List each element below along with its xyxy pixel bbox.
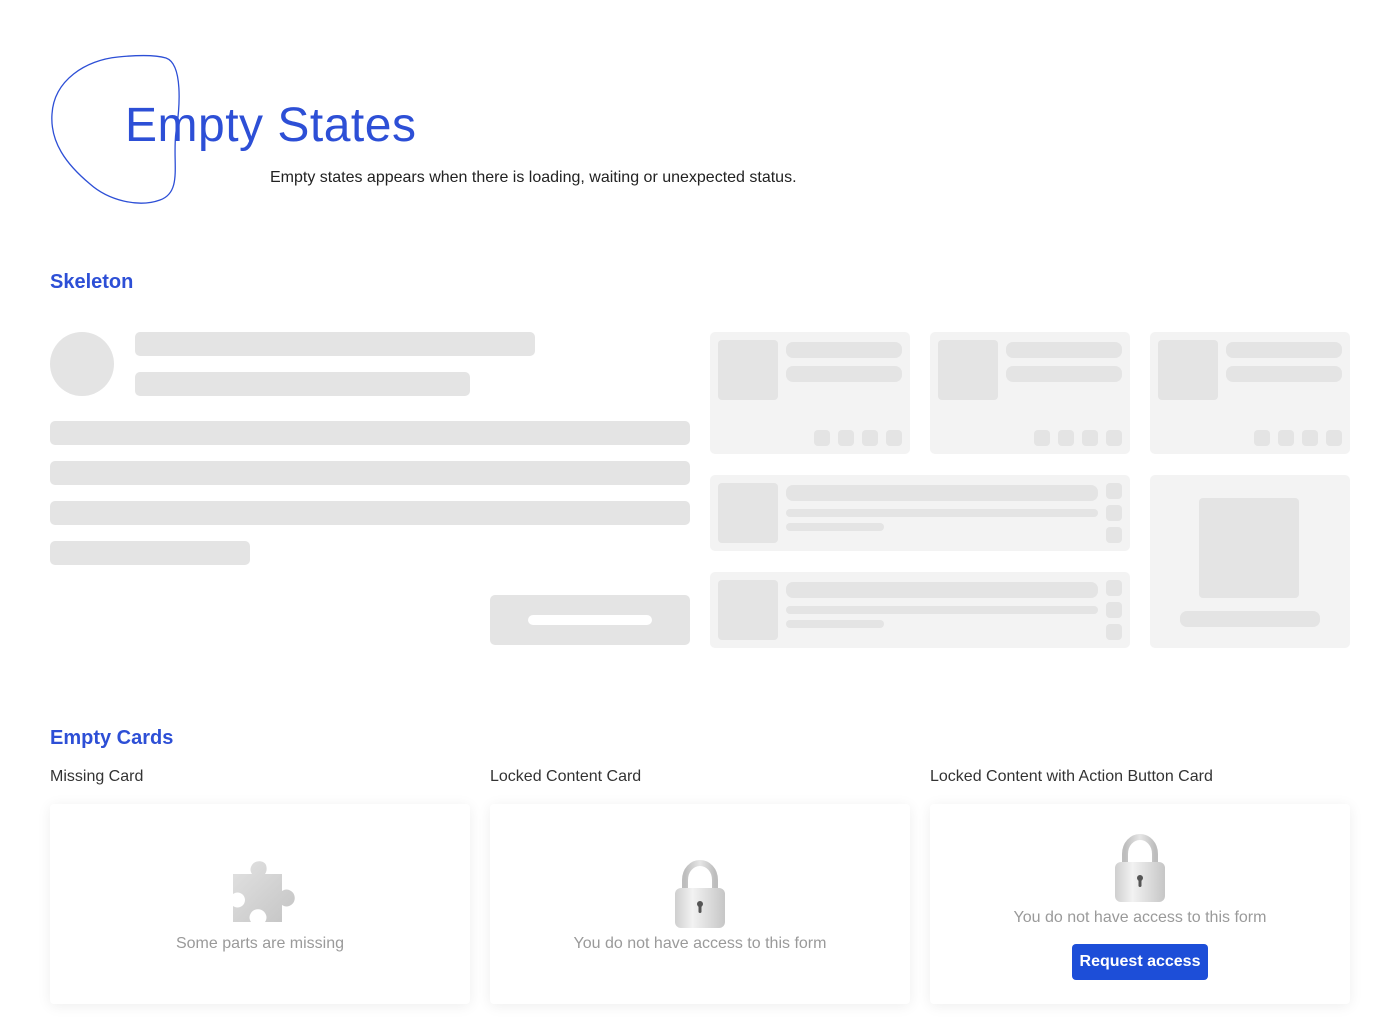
- skeleton-heading: Skeleton: [50, 271, 134, 293]
- skeleton-dot: [1106, 527, 1122, 543]
- skeleton-line: [1006, 366, 1122, 382]
- skeleton-list-row: [710, 572, 1130, 648]
- skeleton-line: [786, 509, 1098, 517]
- skeleton-button: [490, 595, 690, 645]
- skeleton-line: [786, 606, 1098, 614]
- padlock-icon: [675, 860, 725, 928]
- skeleton-line: [1226, 366, 1342, 382]
- skeleton-small-card: [930, 332, 1130, 454]
- skeleton-line: [786, 342, 902, 358]
- locked-action-card-message: You do not have access to this form: [1013, 909, 1267, 926]
- skeleton-dot: [838, 430, 854, 446]
- skeleton-dot: [1106, 580, 1122, 596]
- skeleton-dot: [1034, 430, 1050, 446]
- skeleton-dot: [1302, 430, 1318, 446]
- skeleton-thumbnail: [718, 483, 778, 543]
- puzzle-piece-icon: [233, 861, 295, 922]
- skeleton-line: [786, 485, 1098, 501]
- locked-action-card-label: Locked Content with Action Button Card: [930, 768, 1213, 785]
- skeleton-line: [50, 501, 690, 525]
- page-title: Empty States: [125, 99, 417, 152]
- missing-card: Some parts are missing: [50, 804, 470, 1004]
- skeleton-dot: [814, 430, 830, 446]
- skeleton-dot: [1106, 505, 1122, 521]
- locked-content-card: You do not have access to this form: [490, 804, 910, 1004]
- skeleton-dot: [1326, 430, 1342, 446]
- skeleton-media-card: [1150, 475, 1350, 648]
- skeleton-small-card: [710, 332, 910, 454]
- skeleton-small-card: [1150, 332, 1350, 454]
- page-subtitle: Empty states appears when there is loadi…: [270, 169, 797, 186]
- skeleton-line: [786, 523, 884, 531]
- skeleton-thumbnail: [938, 340, 998, 400]
- skeleton-dot: [1106, 624, 1122, 640]
- skeleton-line: [50, 541, 250, 565]
- skeleton-dot: [1106, 483, 1122, 499]
- locked-card-label: Locked Content Card: [490, 768, 642, 785]
- skeleton-image: [1199, 498, 1299, 598]
- skeleton-dot: [886, 430, 902, 446]
- empty-cards-heading: Empty Cards: [50, 727, 174, 749]
- skeleton-dot: [1278, 430, 1294, 446]
- skeleton-line: [1226, 342, 1342, 358]
- skeleton-line: [1180, 611, 1320, 627]
- request-access-button[interactable]: Request access: [1072, 944, 1208, 980]
- skeleton-list-row: [710, 475, 1130, 551]
- skeleton-dot: [1106, 602, 1122, 618]
- skeleton-line: [786, 582, 1098, 598]
- skeleton-dot: [862, 430, 878, 446]
- locked-content-action-card: You do not have access to this form Requ…: [930, 804, 1350, 1004]
- skeleton-avatar: [50, 332, 114, 396]
- skeleton-line: [786, 366, 902, 382]
- skeleton-dot: [1058, 430, 1074, 446]
- skeleton-line: [50, 461, 690, 485]
- skeleton-dot: [1082, 430, 1098, 446]
- locked-card-message: You do not have access to this form: [573, 935, 827, 952]
- skeleton-thumbnail: [718, 580, 778, 640]
- missing-card-label: Missing Card: [50, 768, 144, 785]
- missing-card-message: Some parts are missing: [175, 935, 345, 952]
- skeleton-button-label: [528, 615, 652, 625]
- skeleton-dot: [1254, 430, 1270, 446]
- skeleton-line: [786, 620, 884, 628]
- skeleton-line: [1006, 342, 1122, 358]
- skeleton-thumbnail: [718, 340, 778, 400]
- skeleton-line: [50, 421, 690, 445]
- skeleton-dot: [1106, 430, 1122, 446]
- skeleton-thumbnail: [1158, 340, 1218, 400]
- skeleton-line: [135, 372, 470, 396]
- skeleton-line: [135, 332, 535, 356]
- padlock-icon: [1115, 834, 1165, 902]
